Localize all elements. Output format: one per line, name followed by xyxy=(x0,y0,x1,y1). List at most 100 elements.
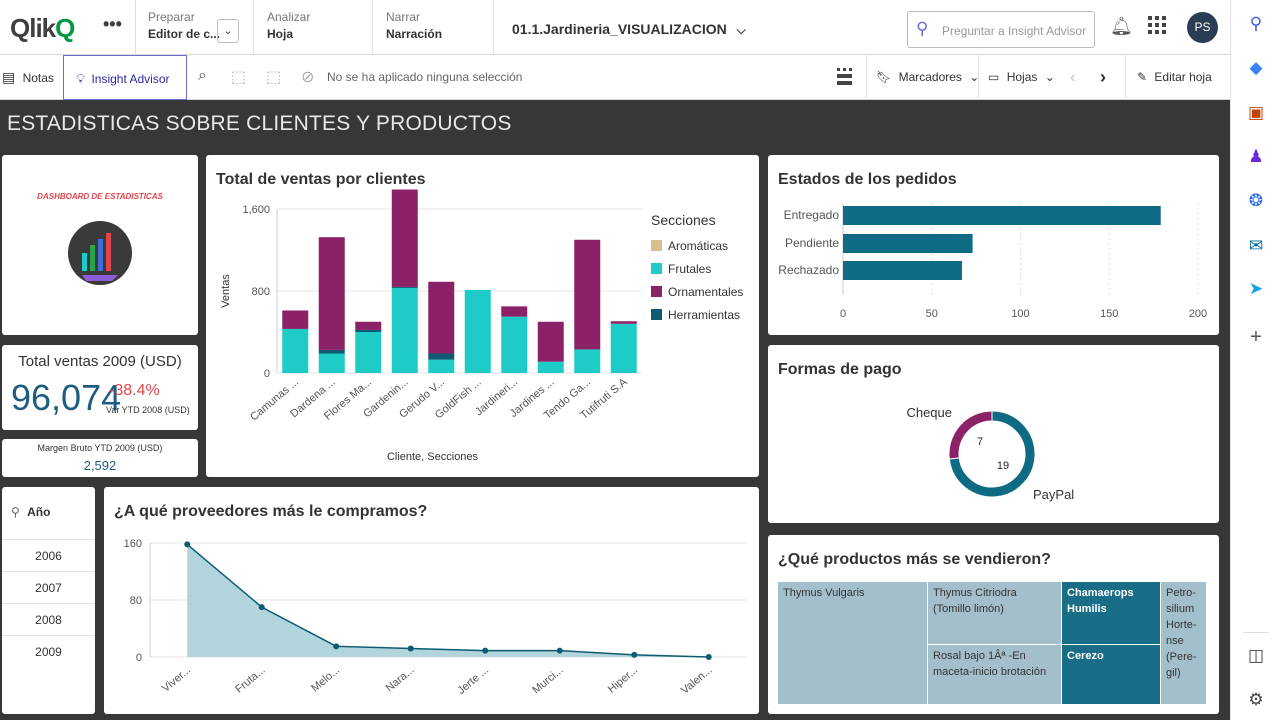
bar-segment xyxy=(355,332,382,373)
data-point xyxy=(631,651,638,658)
bar xyxy=(843,206,1161,225)
notes-button[interactable]: ▤ Notas xyxy=(2,55,60,100)
step-forward-icon[interactable]: ⬚ xyxy=(266,67,281,87)
app-title[interactable]: 01.1.Jardineria_VISUALIZACION ⌵ xyxy=(512,21,746,38)
y-axis-title: Ventas xyxy=(220,274,232,308)
next-sheet-icon[interactable]: › xyxy=(1100,55,1106,100)
treemap-cell[interactable]: Petro-silium Horte-nse (Pere-gil) xyxy=(1161,582,1206,704)
sales-by-client-chart[interactable]: Total de ventas por clientes 0 800 1,600 Ve… xyxy=(206,155,759,477)
area-fill xyxy=(187,544,709,657)
treemap-cell[interactable]: Thymus Vulgaris xyxy=(778,582,927,704)
kpi-total-sales[interactable]: Total ventas 2009 (USD) 96,074 -38.4% Va… xyxy=(2,345,198,430)
x-tick-label: Murci... xyxy=(530,664,565,696)
send-icon[interactable]: ➤ xyxy=(1244,277,1268,301)
edit-sheet-button[interactable]: ✎ Editar hoja xyxy=(1137,55,1212,100)
tab-analyze[interactable]: Analizar Hoja xyxy=(267,10,310,46)
bar-segment xyxy=(428,353,455,360)
year-option[interactable]: 2007 xyxy=(2,571,95,603)
y-tick-label: 80 xyxy=(130,595,142,607)
sidebar-toggle-icon[interactable]: ◫ xyxy=(1244,644,1268,668)
treemap-cell[interactable]: Rosal bajo 1Âª -En maceta-inicio brotaci… xyxy=(928,645,1061,704)
legend-swatch xyxy=(651,309,662,320)
briefcase-icon[interactable]: ▣ xyxy=(1244,101,1268,125)
tab-prepare[interactable]: Preparar Editor de c... xyxy=(148,10,220,46)
donut-chart[interactable]: 7 19 Cheque PayPal xyxy=(768,345,1219,523)
ask-insight-advisor-input[interactable]: ⚲ Preguntar a Insight Advisor xyxy=(907,11,1095,48)
slice-label: Cheque xyxy=(906,405,952,420)
treemap-cell[interactable]: Chamaerops Humilis xyxy=(1062,582,1160,644)
lightbulb-icon: 💡︎ xyxy=(76,71,86,86)
y-tick-label: 0 xyxy=(264,368,270,380)
outlook-icon[interactable]: ✉ xyxy=(1244,234,1268,258)
y-tick-label: 1,600 xyxy=(242,204,270,216)
treemap-cell[interactable]: Cerezo xyxy=(1062,645,1160,704)
qlik-logo[interactable]: QlikQ xyxy=(10,13,75,44)
bookmarks-button[interactable]: 🔖︎ Marcadores ⌄ xyxy=(876,55,979,100)
area-chart[interactable]: 0 80 160 Viver... Fruta... Melo... Nara... Jert… xyxy=(104,487,759,714)
step-back-icon[interactable]: ⬚ xyxy=(231,67,246,87)
more-menu-icon[interactable]: ••• xyxy=(103,14,122,35)
y-tick-label: Entregado xyxy=(784,208,840,222)
bar xyxy=(843,261,962,280)
data-point xyxy=(258,604,265,611)
dashboard-logo-card[interactable]: DASHBOARD DE ESTADISTICAS xyxy=(2,155,198,335)
pencil-icon: ✎ xyxy=(1137,70,1148,84)
grid-view-icon[interactable] xyxy=(837,68,853,91)
bar-segment xyxy=(610,321,637,324)
horizontal-bar-chart[interactable]: 0 50 100 150 200 Entregado Pendiente Rechazado xyxy=(768,155,1219,335)
chart-title: ¿Qué productos más se vendieron? xyxy=(778,551,1051,568)
tab-narrate[interactable]: Narrar Narración xyxy=(386,10,442,46)
data-point xyxy=(407,645,414,652)
previous-sheet-icon[interactable]: ‹ xyxy=(1070,55,1075,100)
settings-gear-icon[interactable]: ⚙ xyxy=(1244,688,1268,712)
apps-grid-icon[interactable] xyxy=(1148,16,1166,40)
notifications-bell-icon[interactable]: 🔔︎ xyxy=(1110,16,1133,37)
slice-label: PayPal xyxy=(1033,487,1074,502)
top-products-treemap[interactable]: ¿Qué productos más se vendieron? Thymus … xyxy=(768,535,1219,714)
payment-methods-chart[interactable]: Formas de pago 7 19 Cheque PayPal xyxy=(768,345,1219,523)
clear-selections-icon[interactable]: ⊘ xyxy=(301,67,314,87)
chevron-down-icon[interactable]: ⌄ xyxy=(217,19,239,43)
y-tick-label: 800 xyxy=(252,286,270,298)
x-tick-label: Nara... xyxy=(384,664,417,694)
add-icon[interactable]: + xyxy=(1244,325,1268,349)
tag-icon[interactable]: ◆ xyxy=(1244,56,1268,80)
kpi-title: Total ventas 2009 (USD) xyxy=(18,353,182,370)
year-filter-pane[interactable]: ⚲ Año 2006 2007 2008 2009 xyxy=(2,487,95,714)
order-status-chart[interactable]: Estados de los pedidos 0 50 100 150 200 Entre… xyxy=(768,155,1219,335)
smart-search-icon[interactable]: ⌕ xyxy=(198,67,207,85)
y-tick-label: 160 xyxy=(124,538,142,550)
year-option[interactable]: 2009 xyxy=(2,635,95,667)
legend-swatch xyxy=(651,286,662,297)
year-option[interactable]: 2006 xyxy=(2,539,95,571)
bar-segment xyxy=(537,321,564,362)
bar-segment xyxy=(428,281,455,354)
notes-icon: ▤ xyxy=(2,69,16,85)
sheets-button[interactable]: ▭ Hojas ⌄ xyxy=(988,55,1055,100)
selection-status: No se ha aplicado ninguna selección xyxy=(327,70,523,84)
suppliers-area-chart[interactable]: ¿A qué proveedores más le compramos? 0 80… xyxy=(104,487,759,714)
year-option[interactable]: 2008 xyxy=(2,603,95,635)
search-icon[interactable]: ⚲ xyxy=(1244,12,1268,36)
dashboard-label: DASHBOARD DE ESTADISTICAS xyxy=(37,192,163,201)
x-tick-label: Viver... xyxy=(160,664,193,695)
x-tick-label: 0 xyxy=(840,308,846,320)
games-icon[interactable]: ♟ xyxy=(1244,145,1268,169)
donut-slice xyxy=(948,410,993,460)
data-point xyxy=(482,647,489,654)
copilot-icon[interactable]: ❂ xyxy=(1244,189,1268,213)
x-tick-label: Jerte ... xyxy=(455,664,491,697)
year-filter-header[interactable]: ⚲ Año xyxy=(11,505,50,519)
treemap-cell[interactable]: Thymus Citriodra (Tomillo limón) xyxy=(928,582,1061,644)
avatar[interactable]: PS xyxy=(1187,12,1218,43)
bar-segment xyxy=(282,310,309,329)
bar-segment xyxy=(501,316,528,373)
legend-label: Aromáticas xyxy=(668,239,728,253)
kpi-gross-margin[interactable]: Margen Bruto YTD 2009 (USD) 2,592 xyxy=(2,439,198,477)
stacked-bar-chart[interactable]: 08001,600VentasCamunas ...Dardena ...Flo… xyxy=(206,155,759,477)
bar-segment xyxy=(355,329,382,332)
legend-swatch xyxy=(651,263,662,274)
legend-label: Herramientas xyxy=(668,308,740,322)
insight-advisor-button[interactable]: 💡︎ Insight Advisor xyxy=(63,55,187,100)
search-icon: ⚲ xyxy=(916,19,929,38)
